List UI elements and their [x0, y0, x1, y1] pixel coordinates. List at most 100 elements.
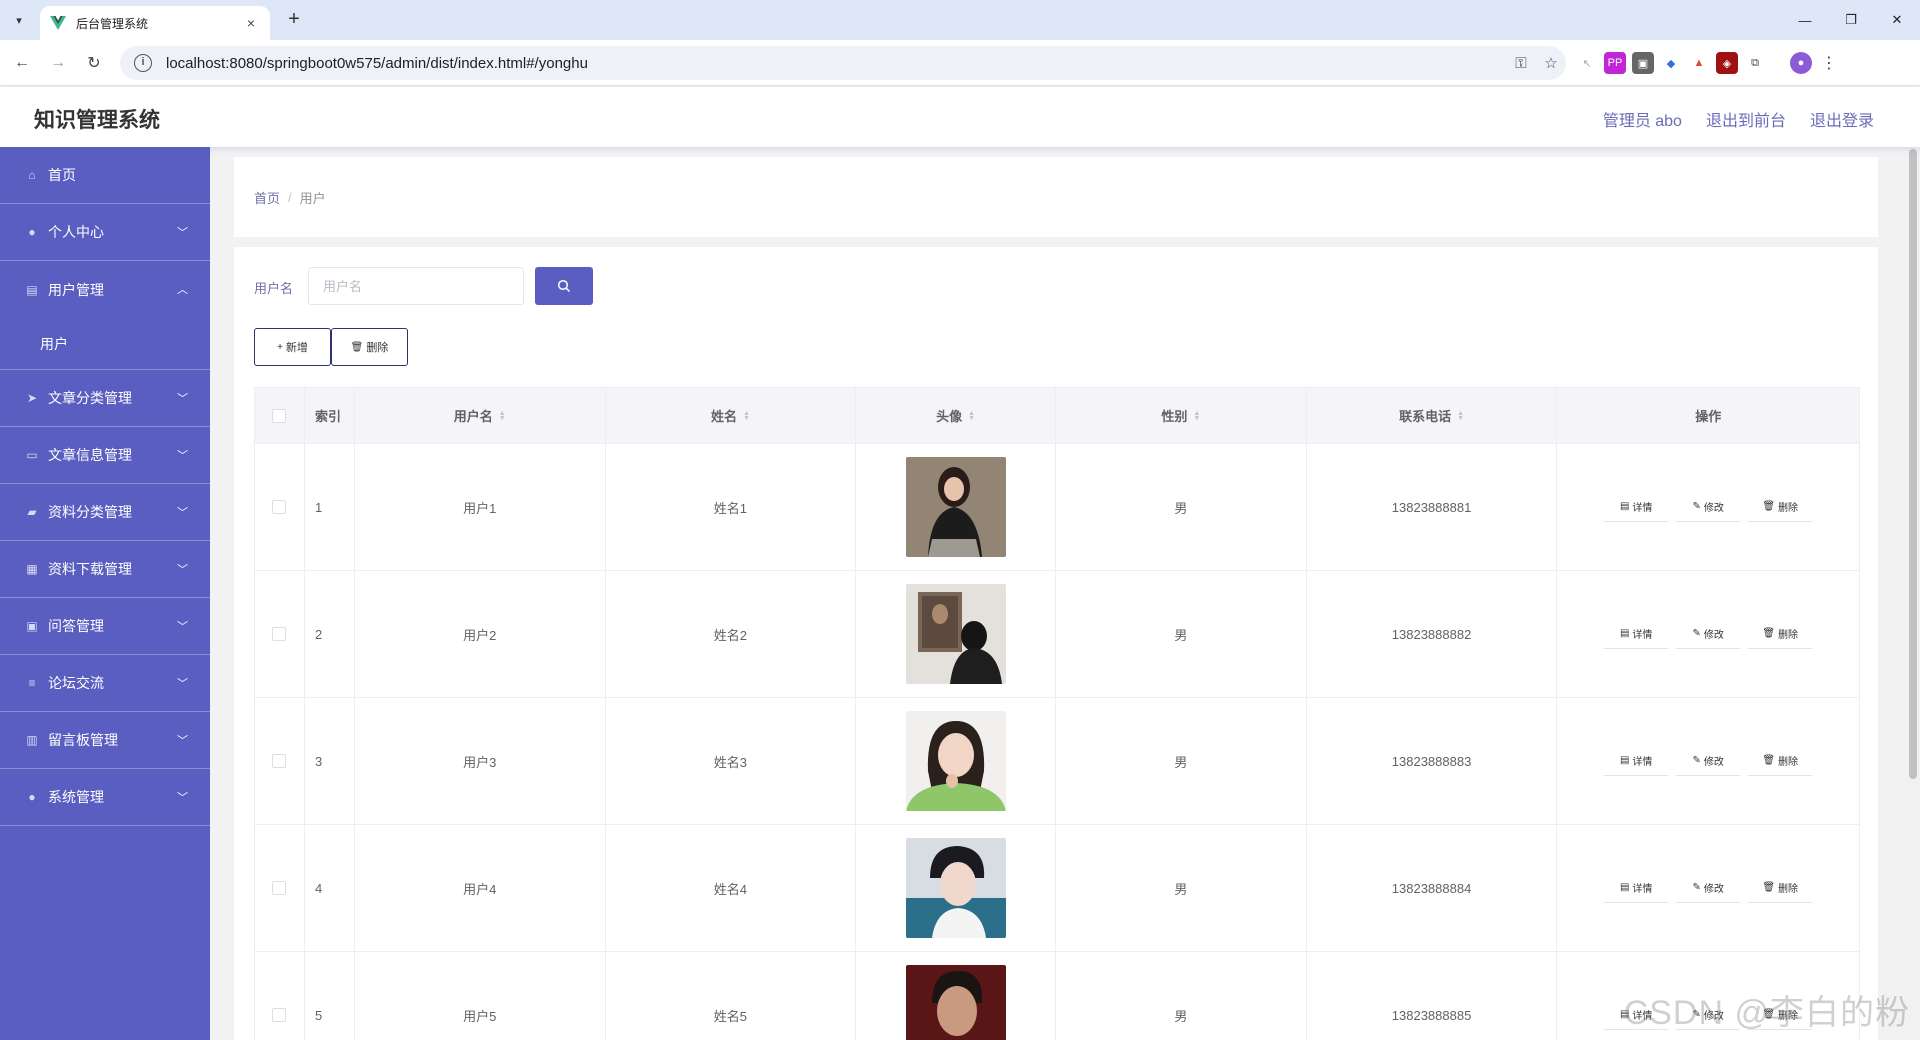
- delete-row-button[interactable]: 🗑 删除: [1748, 619, 1813, 649]
- row-checkbox[interactable]: [272, 500, 287, 514]
- puzzle-extensions-icon[interactable]: ⧉: [1744, 52, 1766, 74]
- chevron-down-icon: ﹀: [177, 227, 188, 239]
- red-extension-icon[interactable]: ▲: [1688, 52, 1710, 74]
- batch-delete-button[interactable]: 🗑 删除: [331, 328, 408, 366]
- user-icon: ●: [28, 225, 36, 239]
- delete-button-label: 删除: [366, 342, 389, 354]
- browser-tab[interactable]: 后台管理系统 ×: [40, 6, 270, 40]
- bookmark-star-icon[interactable]: ☆: [1536, 54, 1566, 72]
- admin-user-link[interactable]: 管理员 abo: [1603, 107, 1682, 131]
- header-name[interactable]: 姓名 ▲ ▼: [606, 388, 857, 443]
- row-checkbox[interactable]: [272, 1008, 287, 1022]
- reader-extension-icon[interactable]: ▣: [1632, 52, 1654, 74]
- edit-button[interactable]: ✎ 修改: [1676, 619, 1741, 649]
- sort-caret-icon[interactable]: ▲ ▼: [499, 410, 506, 422]
- shield-extension-icon[interactable]: ◈: [1716, 52, 1738, 74]
- pp-extension-icon[interactable]: PP: [1604, 52, 1626, 74]
- sidebar-subitem-user[interactable]: 用户: [0, 318, 210, 370]
- url-text[interactable]: localhost:8080/springboot0w575/admin/dis…: [166, 55, 1506, 72]
- header-ops: 操作: [1695, 409, 1722, 424]
- detail-button[interactable]: ▤ 详情: [1604, 746, 1669, 776]
- trash-icon: 🗑: [350, 341, 364, 353]
- header-username[interactable]: 用户名 ▲ ▼: [355, 388, 606, 443]
- restore-button[interactable]: ❐: [1828, 0, 1874, 40]
- tab-search-chevron-icon[interactable]: ▾: [8, 9, 30, 31]
- breadcrumb-home[interactable]: 首页: [254, 188, 280, 207]
- cell-avatar: [856, 698, 1057, 824]
- cell-index: 2: [305, 571, 355, 697]
- sort-caret-icon[interactable]: ▲ ▼: [968, 410, 975, 422]
- new-tab-button[interactable]: +: [282, 8, 306, 32]
- sidebar-item-system[interactable]: ● 系统管理 ﹀: [0, 769, 210, 826]
- add-button[interactable]: + 新增: [254, 328, 331, 366]
- delete-row-button[interactable]: 🗑 删除: [1748, 492, 1813, 522]
- cell-phone: 13823888885: [1307, 952, 1558, 1040]
- profile-avatar-icon[interactable]: ●: [1790, 52, 1812, 74]
- chevron-down-icon: ﹀: [177, 450, 188, 462]
- row-select-cell: [255, 571, 305, 697]
- sidebar-item-home[interactable]: ⌂ 首页: [0, 147, 210, 204]
- user-avatar-image: [905, 711, 1006, 811]
- sort-caret-icon[interactable]: ▲ ▼: [1457, 410, 1464, 422]
- row-checkbox[interactable]: [272, 881, 287, 895]
- edit-button[interactable]: ✎ 修改: [1676, 746, 1741, 776]
- browser-tab-bar: ▾ 后台管理系统 × + — ❐ ✕: [0, 0, 1920, 40]
- forward-arrow-icon[interactable]: →: [46, 51, 70, 75]
- sidebar-item-article-info[interactable]: ▭ 文章信息管理 ﹀: [0, 427, 210, 484]
- reload-icon[interactable]: ↻: [82, 51, 106, 75]
- chevron-up-icon: ︿: [177, 284, 188, 296]
- sidebar-item-article-category[interactable]: ➤ 文章分类管理 ﹀: [0, 370, 210, 427]
- user-avatar-image: [905, 584, 1006, 684]
- row-checkbox[interactable]: [272, 754, 287, 768]
- site-info-icon[interactable]: i: [134, 54, 152, 72]
- sidebar-item-message-board[interactable]: ▥ 留言板管理 ﹀: [0, 712, 210, 769]
- row-checkbox[interactable]: [272, 627, 287, 641]
- username-search-input[interactable]: [308, 267, 524, 305]
- sidebar-item-label: 留言板管理: [48, 732, 118, 748]
- edit-button[interactable]: ✎ 修改: [1676, 873, 1741, 903]
- sidebar-item-qa[interactable]: ▣ 问答管理 ﹀: [0, 598, 210, 655]
- layers-extension-icon[interactable]: ◆: [1660, 52, 1682, 74]
- cell-username: 用户1: [355, 444, 606, 570]
- cell-avatar: [856, 444, 1057, 570]
- sidebar-item-material-download[interactable]: ▦ 资料下载管理 ﹀: [0, 541, 210, 598]
- cursor-extension-icon[interactable]: ↖: [1576, 52, 1598, 74]
- cell-index: 1: [305, 444, 355, 570]
- sidebar-item-label: 文章信息管理: [48, 447, 132, 463]
- sort-caret-icon[interactable]: ▲ ▼: [1193, 410, 1200, 422]
- grid-icon: ▦: [26, 562, 38, 576]
- pencil-icon: ✎: [1692, 628, 1701, 639]
- header-phone[interactable]: 联系电话 ▲ ▼: [1307, 388, 1558, 443]
- exit-to-frontend-link[interactable]: 退出到前台: [1706, 107, 1786, 131]
- edit-button[interactable]: ✎ 修改: [1676, 492, 1741, 522]
- page-scrollbar[interactable]: [1906, 147, 1920, 1040]
- delete-row-button[interactable]: 🗑 删除: [1748, 746, 1813, 776]
- select-all-checkbox[interactable]: [272, 408, 287, 423]
- tab-close-icon[interactable]: ×: [242, 15, 260, 31]
- search-button[interactable]: [535, 267, 593, 305]
- sort-caret-icon[interactable]: ▲ ▼: [743, 410, 750, 422]
- header-avatar[interactable]: 头像 ▲ ▼: [856, 388, 1057, 443]
- header-index: 索引: [305, 388, 355, 443]
- minimize-button[interactable]: —: [1782, 0, 1828, 40]
- omnibox[interactable]: i localhost:8080/springboot0w575/admin/d…: [120, 46, 1566, 80]
- back-arrow-icon[interactable]: ←: [10, 51, 34, 75]
- sidebar-item-forum[interactable]: ≡ 论坛交流 ﹀: [0, 655, 210, 712]
- search-icon: [557, 279, 571, 293]
- sidebar-item-user-management[interactable]: ▤ 用户管理 ︿: [0, 261, 210, 318]
- scrollbar-thumb[interactable]: [1909, 149, 1917, 779]
- detail-button[interactable]: ▤ 详情: [1604, 492, 1669, 522]
- sidebar-item-personal-center[interactable]: ● 个人中心 ﹀: [0, 204, 210, 261]
- header-gender[interactable]: 性别 ▲ ▼: [1056, 388, 1307, 443]
- close-window-button[interactable]: ✕: [1874, 0, 1920, 40]
- more-menu-icon[interactable]: ⋮: [1818, 52, 1840, 74]
- detail-button[interactable]: ▤ 详情: [1604, 873, 1669, 903]
- row-select-cell: [255, 952, 305, 1040]
- detail-button[interactable]: ▤ 详情: [1604, 619, 1669, 649]
- logout-link[interactable]: 退出登录: [1810, 107, 1874, 131]
- sidebar-item-material-category[interactable]: ▰ 资料分类管理 ﹀: [0, 484, 210, 541]
- key-icon[interactable]: ⚿: [1506, 55, 1536, 72]
- chevron-down-icon: ﹀: [177, 678, 188, 690]
- delete-row-button[interactable]: 🗑 删除: [1748, 873, 1813, 903]
- detail-label: 详情: [1632, 884, 1653, 895]
